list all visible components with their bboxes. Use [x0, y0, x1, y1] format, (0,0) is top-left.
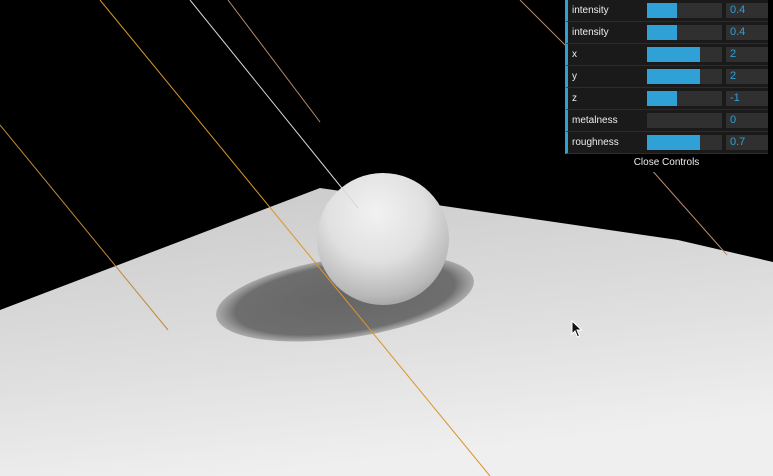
y-value-input[interactable]: 2 — [726, 69, 768, 84]
control-label: intensity — [572, 27, 609, 38]
metalness-slider[interactable] — [647, 113, 722, 128]
slider-fill — [647, 69, 700, 84]
controls-panel: intensity 0.4 intensity 0.4 x 2 y 2 z -1 metalness… — [565, 0, 768, 172]
close-controls-button[interactable]: Close Controls — [565, 154, 768, 172]
intensity-value-input[interactable]: 0.4 — [726, 25, 768, 40]
control-row-y: y2 — [565, 66, 768, 88]
control-label: z — [572, 93, 577, 104]
controls-list: intensity 0.4 intensity 0.4 x 2 y 2 z -1 metalness… — [565, 0, 768, 154]
intensity-slider[interactable] — [647, 3, 722, 18]
control-label: intensity — [572, 5, 609, 16]
z-slider[interactable] — [647, 91, 722, 106]
control-row-intensity: intensity 0.4 — [565, 22, 768, 44]
x-value-input[interactable]: 2 — [726, 47, 768, 62]
slider-fill — [647, 47, 700, 62]
slider-fill — [647, 3, 677, 18]
intensity-slider[interactable] — [647, 25, 722, 40]
intensity-value-input[interactable]: 0.4 — [726, 3, 768, 18]
control-row-x: x2 — [565, 44, 768, 66]
z-value-input[interactable]: -1 — [726, 91, 768, 106]
control-row-z: z -1 — [565, 88, 768, 110]
control-row-roughness: roughness 0.7 — [565, 132, 768, 154]
mouse-cursor-icon — [571, 320, 583, 338]
slider-fill — [647, 91, 677, 106]
sphere — [317, 173, 449, 305]
control-label: roughness — [572, 137, 619, 148]
slider-fill — [647, 25, 677, 40]
control-label: metalness — [572, 115, 618, 126]
roughness-value-input[interactable]: 0.7 — [726, 135, 768, 150]
x-slider[interactable] — [647, 47, 722, 62]
control-row-metalness: metalness 0 — [565, 110, 768, 132]
slider-fill — [647, 135, 700, 150]
roughness-slider[interactable] — [647, 135, 722, 150]
y-slider[interactable] — [647, 69, 722, 84]
control-label: x — [572, 49, 577, 60]
control-row-intensity: intensity 0.4 — [565, 0, 768, 22]
control-label: y — [572, 71, 577, 82]
metalness-value-input[interactable]: 0 — [726, 113, 768, 128]
